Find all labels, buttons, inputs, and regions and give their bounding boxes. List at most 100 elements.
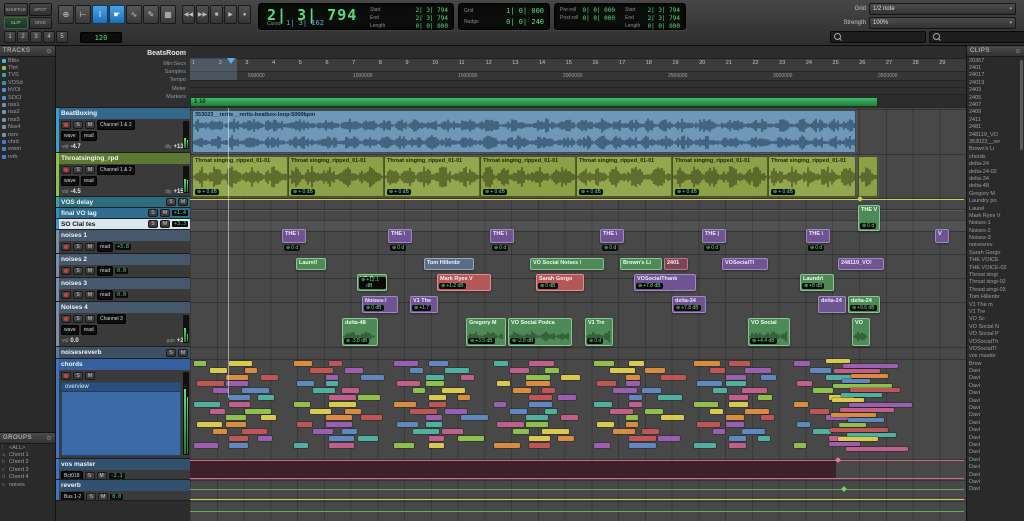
clip-gain-badge[interactable]: ⊕+3.5 dB: [468, 338, 495, 344]
clip-noises[interactable]: Noises-!⊕0 dB: [362, 296, 398, 313]
midi-note-bar[interactable]: [794, 443, 806, 448]
clip-list-item-50[interactable]: Davi: [967, 427, 1024, 434]
clip-list-item-16[interactable]: delta-34: [967, 175, 1024, 182]
midi-note-bar[interactable]: [494, 443, 520, 448]
midi-note-bar[interactable]: [510, 409, 527, 414]
midi-note-bar[interactable]: [210, 368, 227, 373]
nudge-value[interactable]: 0| 0| 240: [506, 18, 544, 26]
solo-button[interactable]: S: [73, 315, 83, 323]
midi-note-bar[interactable]: [529, 395, 552, 400]
mute-button[interactable]: M: [85, 243, 95, 251]
midi-note-bar[interactable]: [629, 443, 656, 448]
clip-list-item-56[interactable]: Davi: [967, 471, 1024, 478]
midi-note-bar[interactable]: [661, 415, 684, 420]
midi-note-bar[interactable]: [345, 409, 361, 414]
clip-248119-vo[interactable]: 248119_VO!: [838, 258, 884, 270]
panel-menu-icon[interactable]: ⊙: [46, 48, 52, 55]
midi-note-bar[interactable]: [210, 409, 225, 414]
clip-the[interactable]: THE \⊕0 d: [600, 229, 624, 243]
clip-list-item-55[interactable]: Davi: [967, 463, 1024, 470]
midi-note-bar[interactable]: [294, 443, 308, 448]
midi-note-bar[interactable]: [226, 381, 248, 386]
midi-note-bar[interactable]: [342, 388, 359, 393]
midi-note-bar[interactable]: [313, 388, 335, 393]
midi-note-bar[interactable]: [842, 379, 870, 383]
solo-button[interactable]: S: [166, 198, 176, 206]
midi-note-bar[interactable]: [742, 388, 767, 393]
midi-note-bar[interactable]: [561, 415, 578, 420]
clip-2401[interactable]: 2401: [664, 258, 688, 270]
mute-button[interactable]: M: [85, 372, 95, 380]
midi-note-bar[interactable]: [526, 381, 550, 386]
tracks-list-item-vosd[interactable]: VOSd: [0, 79, 55, 86]
midi-note-bar[interactable]: [245, 368, 257, 373]
clip-list-item-40[interactable]: vos master: [967, 353, 1024, 360]
clip-v1-the[interactable]: V1 The⊕+1.7: [410, 296, 438, 313]
solo-button[interactable]: S: [166, 349, 176, 357]
midi-note-bar[interactable]: [851, 374, 888, 378]
midi-note-bar[interactable]: [294, 402, 310, 407]
midi-note-bar[interactable]: [326, 381, 338, 386]
midi-note-bar[interactable]: [558, 395, 576, 400]
tracks-list-item-bvol[interactable]: bVOl: [0, 87, 55, 94]
midi-note-bar[interactable]: [326, 375, 338, 380]
midi-note-bar[interactable]: [258, 436, 272, 441]
edit-mode-spot[interactable]: SPOT: [29, 3, 53, 16]
midi-note-bar[interactable]: [229, 436, 248, 441]
clip-gain-badge[interactable]: ⊕+1.2 dB: [439, 283, 466, 289]
automation-line[interactable]: [190, 460, 964, 461]
midi-note-bar[interactable]: [661, 375, 686, 380]
clip-list-item-45[interactable]: Davi: [967, 390, 1024, 397]
midi-note-bar[interactable]: [429, 443, 444, 448]
clip-list-item-54[interactable]: Davi: [967, 456, 1024, 463]
automation-line[interactable]: [190, 210, 964, 211]
midi-note-bar[interactable]: [313, 429, 333, 434]
tracks-list-item-thrt[interactable]: Thrt: [0, 64, 55, 71]
midi-note-bar[interactable]: [226, 375, 248, 380]
midi-note-bar[interactable]: [610, 409, 633, 414]
midi-note-bar[interactable]: [342, 429, 357, 434]
clip-the[interactable]: THE \⊕0 d: [282, 229, 306, 243]
midi-note-bar[interactable]: [626, 422, 638, 427]
clip-list-item-7[interactable]: 2409: [967, 109, 1024, 116]
clip-the[interactable]: THE \⊕0 d: [388, 229, 412, 243]
mute-button[interactable]: M: [85, 291, 95, 299]
midi-note-bar[interactable]: [226, 422, 246, 427]
solo-button[interactable]: S: [73, 121, 83, 129]
clip-list-item-36[interactable]: VO Social N: [967, 323, 1024, 330]
tracks-list-item-nss4[interactable]: Nss4: [0, 124, 55, 131]
midi-note-bar[interactable]: [245, 409, 271, 414]
clip-gain-badge[interactable]: ⊕+ 0 dB: [387, 189, 411, 195]
midi-note-bar[interactable]: [197, 422, 222, 427]
midi-note-bar[interactable]: [545, 368, 559, 373]
clip-list-item-31[interactable]: Throat singi-03: [967, 286, 1024, 293]
clip-the-v[interactable]: THE V⊕0 d: [858, 205, 880, 231]
clip-list-item-44[interactable]: Davi: [967, 382, 1024, 389]
clip-list-item-28[interactable]: THE VOICE-02: [967, 264, 1024, 271]
midi-note-bar[interactable]: [326, 415, 352, 420]
tracks-list-item-rvrb[interactable]: rvrb: [0, 153, 55, 160]
midi-note-bar[interactable]: [229, 443, 248, 448]
midi-note-bar[interactable]: [813, 388, 833, 393]
clip-gain-badge[interactable]: ⊕+7.8 dB: [636, 283, 663, 289]
clip-list-item-11[interactable]: 353023__rer: [967, 138, 1024, 145]
clip-list-item-38[interactable]: VOSocialTh: [967, 338, 1024, 345]
track-name[interactable]: noises 3: [61, 280, 188, 287]
clip-gain-badge[interactable]: ⊕0 dB: [538, 283, 558, 289]
clip-list-item-33[interactable]: V1 The m: [967, 301, 1024, 308]
clip-gain-badge[interactable]: ⊕-3.8 dB: [344, 338, 369, 344]
clip-list-item-9[interactable]: 2481: [967, 124, 1024, 131]
midi-note-bar[interactable]: [758, 436, 770, 441]
midi-note-bar[interactable]: [310, 368, 333, 373]
midi-note-bar[interactable]: [442, 429, 463, 434]
clip-list-item-18[interactable]: Gregory M: [967, 190, 1024, 197]
clip-list-item-24[interactable]: Noises-3: [967, 234, 1024, 241]
midi-note-bar[interactable]: [830, 428, 888, 432]
selector-tool[interactable]: I: [92, 5, 108, 24]
grid-value[interactable]: 1| 0| 000: [506, 7, 544, 15]
clip-list-item-15[interactable]: delta-24-02: [967, 168, 1024, 175]
grabber-tool[interactable]: ☛: [109, 5, 125, 24]
tracks-list-item-nsrv[interactable]: nsrv: [0, 131, 55, 138]
midi-note-bar[interactable]: [397, 381, 420, 386]
clip-list-item-14[interactable]: delta-24: [967, 160, 1024, 167]
